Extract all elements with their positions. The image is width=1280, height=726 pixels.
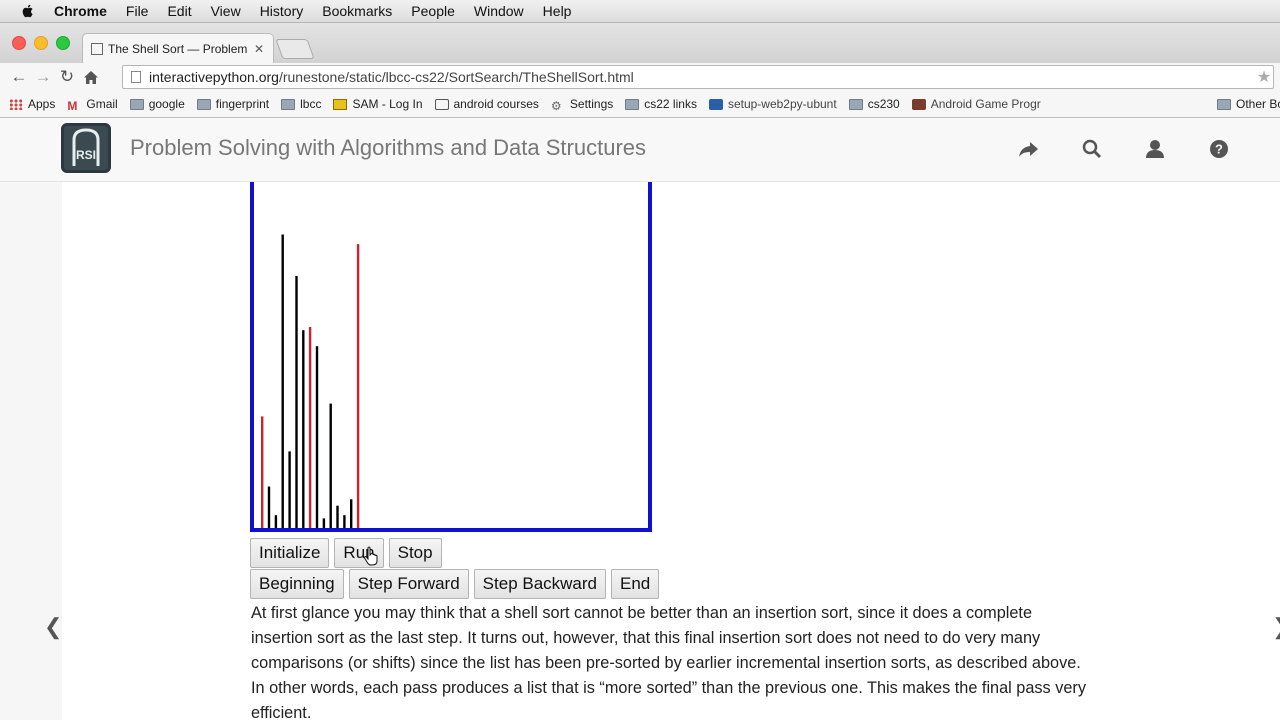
bar-7: [308, 327, 312, 528]
browser-tab[interactable]: The Shell Sort — Problem ✕: [82, 33, 274, 64]
menu-people[interactable]: People: [411, 3, 455, 19]
user-icon[interactable]: [1144, 138, 1166, 160]
folder-icon: [1217, 98, 1231, 110]
page-icon: [131, 71, 141, 83]
bookmark-android-courses[interactable]: android courses: [434, 97, 539, 111]
bookmark-setup-web2py[interactable]: setup-web2py-ubunt: [708, 97, 837, 111]
bar-chart-svg: [261, 234, 360, 528]
bookmarks-bar: Apps M Gmail google fingerprint lbcc SAM …: [0, 91, 1280, 118]
folder-icon: [625, 98, 640, 110]
svg-text:?: ?: [1215, 142, 1223, 157]
step-backward-button[interactable]: Step Backward: [473, 569, 607, 599]
menu-view[interactable]: View: [211, 3, 241, 19]
help-icon[interactable]: ?: [1208, 138, 1230, 160]
menu-app-name[interactable]: Chrome: [54, 3, 107, 19]
bar-9: [322, 518, 326, 528]
bar-14: [356, 244, 360, 528]
apps-grid-icon: [9, 98, 23, 110]
logo-text: RSI: [76, 148, 96, 162]
gear-icon: ⚙: [550, 98, 562, 113]
end-button[interactable]: End: [611, 569, 660, 599]
menu-window[interactable]: Window: [474, 3, 524, 19]
initialize-button[interactable]: Initialize: [250, 538, 330, 568]
bookmark-cs22-links[interactable]: cs22 links: [625, 97, 697, 111]
bookmark-star-icon[interactable]: ★: [1255, 67, 1273, 87]
folder-icon: [848, 98, 863, 110]
animation-controls-row-2: Beginning Step Forward Step Backward End: [250, 569, 660, 599]
zoom-window-button[interactable]: [56, 36, 70, 50]
menu-help[interactable]: Help: [543, 3, 572, 19]
menu-bookmarks[interactable]: Bookmarks: [322, 3, 392, 19]
folder-icon: [281, 98, 296, 110]
bookmark-cs230[interactable]: cs230: [848, 97, 900, 111]
apple-logo-icon[interactable]: [20, 3, 36, 19]
tab-close-icon[interactable]: ✕: [253, 42, 265, 56]
bar-8: [315, 346, 319, 528]
animation-controls-row-1: Initialize Run Stop: [250, 538, 442, 568]
bookmark-sam[interactable]: SAM - Log In: [333, 97, 423, 111]
bar-2: [274, 515, 278, 528]
forward-arrow-icon[interactable]: →: [31, 65, 55, 89]
web2py-icon: [708, 98, 723, 110]
folder-icon: [196, 98, 211, 110]
android-icon: [434, 98, 449, 110]
macos-menu-bar: Chrome File Edit View History Bookmarks …: [0, 0, 1280, 23]
game-icon: [911, 98, 926, 110]
window-controls: [12, 36, 70, 50]
minimize-window-button[interactable]: [34, 36, 48, 50]
bar-4: [288, 451, 291, 528]
hand-cursor-icon: [363, 546, 378, 566]
bar-13: [350, 499, 353, 528]
bar-12: [343, 515, 346, 528]
address-bar[interactable]: interactivepython.org/runestone/static/l…: [122, 65, 1274, 89]
menu-edit[interactable]: Edit: [167, 3, 191, 19]
bookmark-fingerprint[interactable]: fingerprint: [196, 97, 269, 111]
site-header: RSI Problem Solving with Algorithms and …: [0, 118, 1280, 182]
reload-icon[interactable]: ↻: [55, 65, 79, 89]
next-page-chevron-icon[interactable]: ❯: [1272, 614, 1280, 640]
home-icon[interactable]: [79, 65, 103, 89]
page-title[interactable]: Problem Solving with Algorithms and Data…: [130, 135, 646, 161]
bar-0: [261, 416, 264, 528]
menu-history[interactable]: History: [260, 3, 304, 19]
bar-1: [267, 486, 271, 528]
tab-title: The Shell Sort — Problem: [108, 42, 248, 56]
bookmark-google[interactable]: google: [129, 97, 185, 111]
sam-icon: [333, 98, 348, 110]
new-tab-button[interactable]: [275, 39, 315, 59]
shell-sort-animation-canvas: [250, 182, 652, 532]
search-icon[interactable]: [1081, 138, 1103, 160]
folder-icon: [129, 98, 144, 110]
menu-file[interactable]: File: [126, 3, 149, 19]
close-window-button[interactable]: [12, 36, 26, 50]
bar-10: [329, 403, 332, 528]
bookmark-apps[interactable]: Apps: [9, 97, 55, 111]
lesson-paragraph: At first glance you may think that a she…: [251, 604, 1086, 722]
bar-6: [302, 330, 305, 528]
page-favicon-icon: [91, 43, 103, 55]
logo-icon: RSI: [72, 128, 100, 166]
previous-page-chevron-icon[interactable]: ❮: [44, 614, 62, 640]
stop-button[interactable]: Stop: [388, 538, 442, 568]
bookmark-gmail[interactable]: M Gmail: [67, 97, 117, 113]
address-url[interactable]: interactivepython.org/runestone/static/l…: [149, 69, 1255, 85]
tab-strip: The Shell Sort — Problem ✕: [0, 23, 1280, 64]
beginning-button[interactable]: Beginning: [250, 569, 344, 599]
runestone-logo[interactable]: RSI: [61, 123, 111, 173]
step-forward-button[interactable]: Step Forward: [348, 569, 469, 599]
gmail-icon: M: [67, 98, 78, 113]
bookmark-other-folder[interactable]: Other Boo: [1217, 97, 1280, 111]
share-icon[interactable]: [1017, 138, 1039, 160]
bookmark-lbcc[interactable]: lbcc: [281, 97, 321, 111]
bookmark-settings[interactable]: ⚙ Settings: [550, 97, 613, 113]
browser-toolbar: ← → ↻ interactivepython.org/runestone/st…: [0, 63, 1280, 91]
back-arrow-icon[interactable]: ←: [7, 65, 31, 89]
bar-3: [281, 234, 284, 528]
bookmark-android-game[interactable]: Android Game Progr: [911, 97, 1041, 111]
bar-5: [295, 276, 298, 528]
bar-11: [336, 505, 339, 528]
